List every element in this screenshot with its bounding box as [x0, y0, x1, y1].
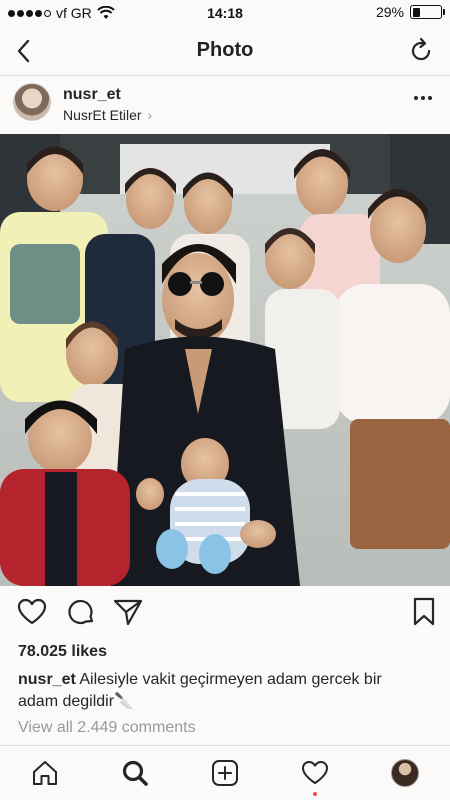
profile-avatar[interactable]	[391, 759, 419, 787]
refresh-icon[interactable]	[406, 36, 436, 66]
post-photo[interactable]	[0, 134, 450, 586]
location-label: NusrEt Etiler	[63, 107, 142, 123]
page-title: Photo	[196, 39, 254, 61]
add-post-icon[interactable]	[210, 758, 240, 788]
heart-icon[interactable]	[16, 596, 48, 628]
search-icon[interactable]	[120, 758, 150, 788]
post-photo-image	[0, 134, 450, 586]
post-header: nusr_et NusrEt Etiler ›	[0, 77, 450, 134]
post-username[interactable]: nusr_et	[63, 86, 121, 104]
more-options-icon[interactable]	[414, 93, 434, 103]
battery-fill	[412, 7, 421, 17]
view-comments-link[interactable]: View all 2.449 comments	[18, 719, 196, 737]
post-location[interactable]: NusrEt Etiler ›	[63, 107, 152, 123]
status-bar: vf GR 14:18 29%	[0, 0, 450, 26]
status-right: 29%	[375, 4, 445, 20]
nav-bar: Photo	[0, 26, 450, 76]
notification-dot	[313, 792, 317, 796]
comment-icon[interactable]	[65, 596, 97, 628]
tab-bar	[0, 745, 450, 800]
battery-percent: 29%	[375, 4, 404, 20]
post-actions	[0, 596, 450, 632]
bookmark-icon[interactable]	[408, 596, 440, 628]
share-icon[interactable]	[112, 596, 144, 628]
activity-heart-icon[interactable]	[300, 758, 330, 788]
caption-username[interactable]: nusr_et	[18, 671, 76, 688]
home-icon[interactable]	[30, 758, 60, 788]
likes-count[interactable]: 78.025 likes	[18, 643, 107, 661]
post-caption: nusr_et Ailesiyle vakit geçirmeyen adam …	[18, 669, 418, 713]
location-chevron-icon: ›	[147, 107, 153, 123]
battery-icon	[410, 5, 445, 19]
avatar[interactable]	[13, 83, 51, 121]
